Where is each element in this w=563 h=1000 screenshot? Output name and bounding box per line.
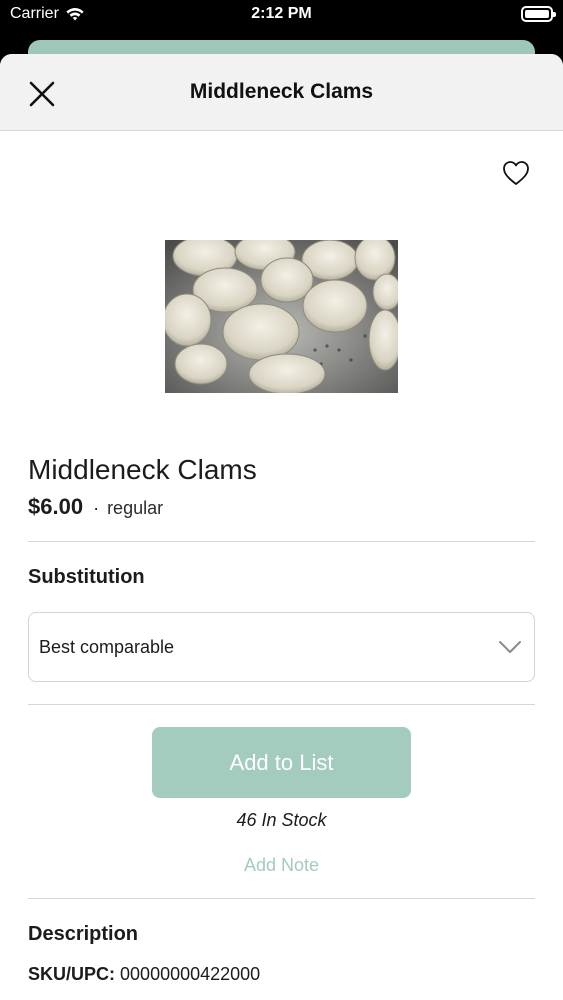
product-detail-sheet: Middleneck Clams Middleneck Clams $6.00 … [0,54,563,1000]
product-price: $6.00 [28,494,84,519]
divider [28,541,535,542]
page-title: Middleneck Clams [189,80,374,103]
price-row: $6.00 · regular [28,494,163,520]
battery-icon [521,6,556,22]
chevron-down-icon [499,641,521,653]
heart-icon[interactable] [501,158,531,188]
sku-value: 00000000422000 [120,964,261,984]
clams-illustration [165,240,398,393]
battery-level [525,10,549,18]
product-image [165,240,398,393]
sheet-header: Middleneck Clams [0,54,563,131]
substitution-label: Substitution [28,566,145,588]
add-note-button[interactable]: Add Note [0,855,563,876]
sku-label: SKU/UPC: [28,964,116,984]
status-bar: Carrier 2:12 PM [0,0,563,30]
price-separator: · [93,498,100,518]
substitution-select[interactable]: Best comparable [28,612,535,682]
sku-line: SKU/UPC: 00000000422000 [28,964,260,985]
description-label: Description [28,923,139,945]
price-type: regular [107,498,164,518]
add-to-list-button[interactable]: Add to List [152,727,411,798]
battery-tip [553,12,556,17]
product-name: Middleneck Clams [28,454,257,485]
status-time: 2:12 PM [251,5,312,22]
divider [28,898,535,899]
stock-count: 46 In Stock [236,810,327,830]
divider [28,704,535,705]
substitution-selected-value: Best comparable [39,637,175,657]
